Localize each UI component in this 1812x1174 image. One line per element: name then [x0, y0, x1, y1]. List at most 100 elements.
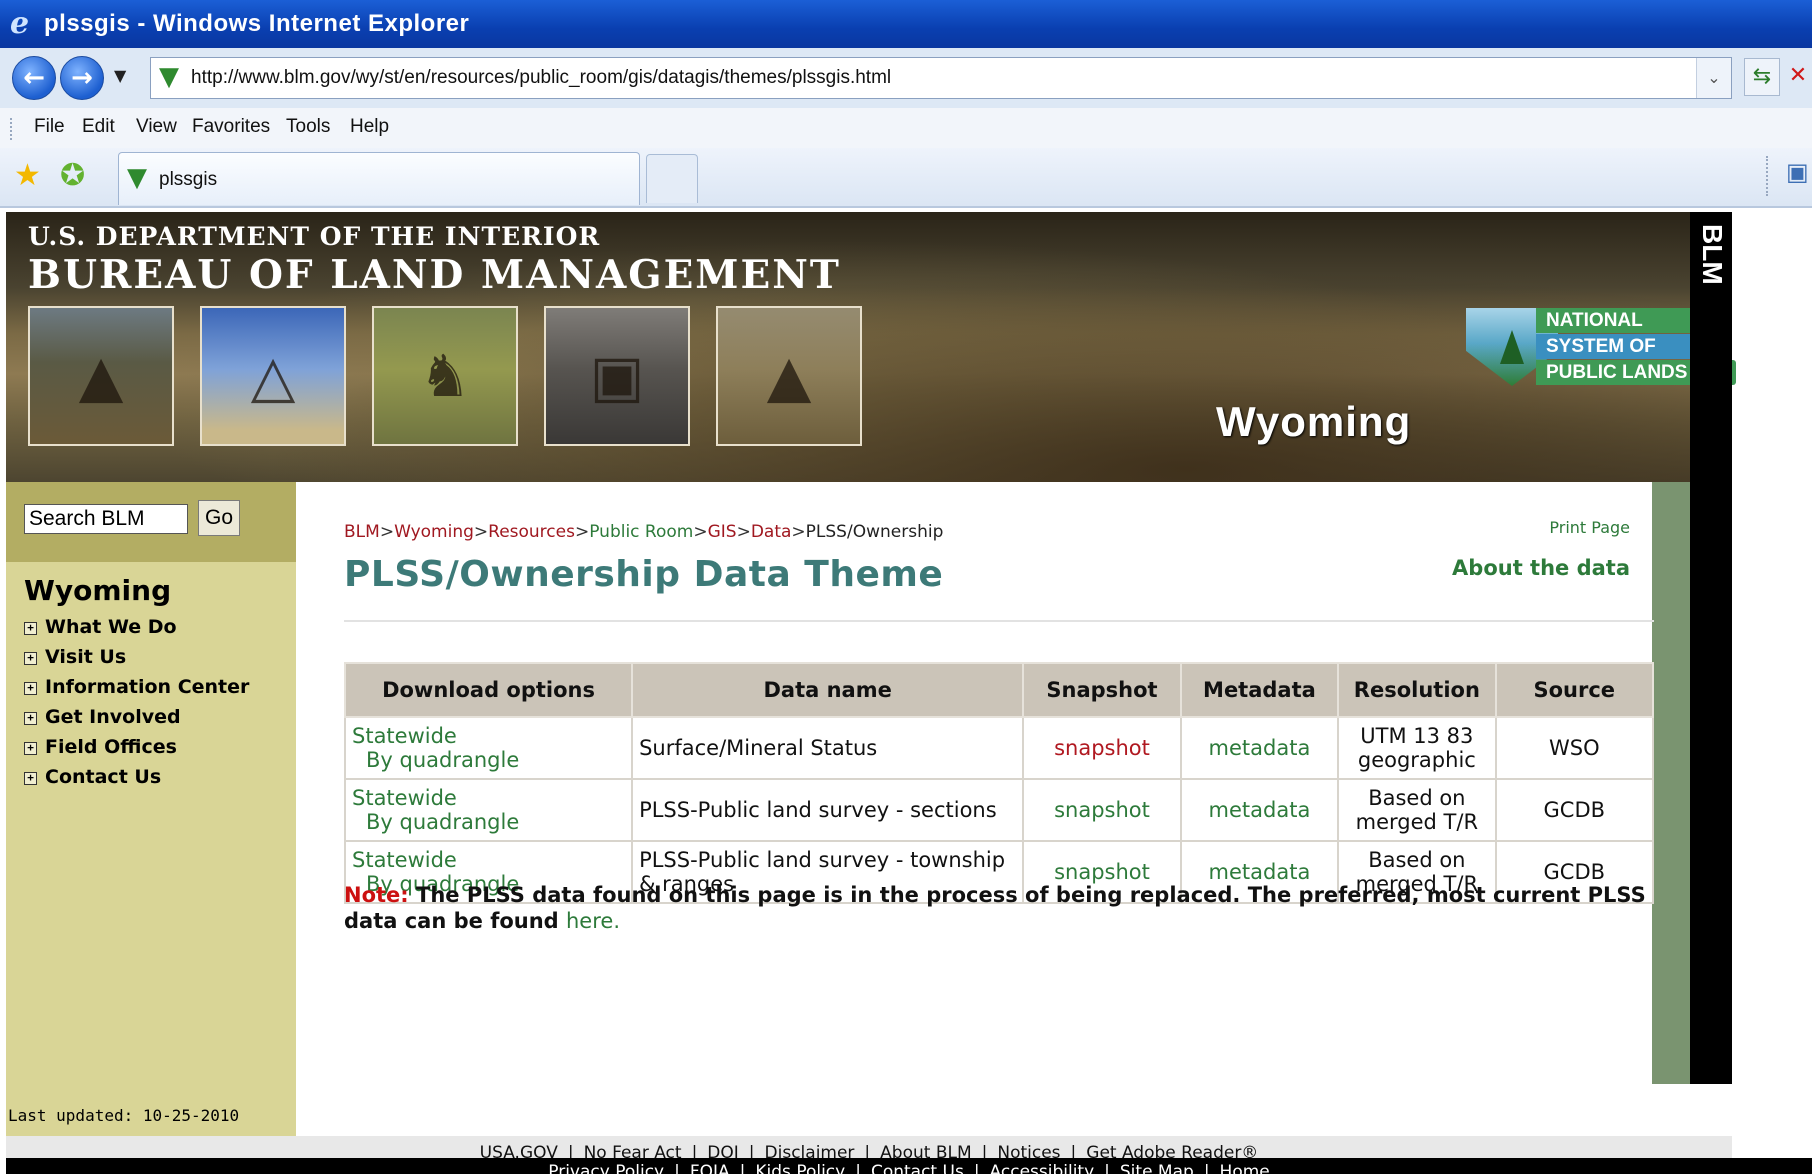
menu-file[interactable]: File — [34, 116, 65, 138]
menu-help[interactable]: Help — [350, 116, 389, 138]
search-area: Go — [6, 482, 296, 562]
header-resolution: Resolution — [1337, 662, 1497, 718]
sidebar-item-label: Information Center — [45, 676, 250, 698]
page-tools-icon[interactable]: ▣ — [1786, 158, 1810, 192]
footer-link-kids-policy[interactable]: Kids Policy — [755, 1162, 845, 1174]
state-name: Wyoming — [1216, 398, 1412, 445]
snapshot-link[interactable]: snapshot — [1054, 860, 1150, 884]
footer-link-site-map[interactable]: Site Map — [1120, 1162, 1194, 1174]
source-cell: GCDB — [1494, 778, 1655, 842]
footer-link-privacy-policy[interactable]: Privacy Policy — [548, 1162, 664, 1174]
menu-favorites[interactable]: Favorites — [192, 116, 270, 138]
expand-icon[interactable]: + — [24, 622, 37, 635]
resolution-cell: Based on merged T/R — [1337, 778, 1497, 842]
address-toolbar: ← → ▼ ▼ http://www.blm.gov/wy/st/en/reso… — [0, 48, 1812, 109]
recent-pages-dropdown[interactable]: ▼ — [114, 66, 126, 85]
metadata-cell: metadata — [1179, 778, 1340, 842]
add-favorite-icon[interactable]: ✪ — [60, 158, 85, 193]
menu-edit[interactable]: Edit — [82, 116, 115, 138]
by-quadrangle-link[interactable]: By quadrangle — [352, 810, 630, 834]
nspl-line-2: SYSTEM OF — [1536, 334, 1696, 359]
footer-link-accessibility[interactable]: Accessibility — [990, 1162, 1095, 1174]
statewide-link[interactable]: Statewide — [352, 724, 457, 748]
sidebar-item-information-center[interactable]: + Information Center — [24, 676, 249, 706]
blm-vertical-label: BLM — [1697, 224, 1728, 285]
sidebar-item-label: What We Do — [45, 616, 177, 638]
last-updated: Last updated: 10-25-2010 — [8, 1106, 240, 1125]
header-metadata: Metadata — [1179, 662, 1340, 718]
blm-favicon-icon: ▼ — [127, 163, 147, 193]
go-button[interactable]: Go — [198, 500, 240, 536]
snapshot-link[interactable]: snapshot — [1054, 736, 1150, 760]
sidebar-item-label: Visit Us — [45, 646, 127, 668]
expand-icon[interactable]: + — [24, 682, 37, 695]
replacement-note: Note: The PLSS data found on this page i… — [344, 882, 1654, 934]
sidebar-item-visit-us[interactable]: + Visit Us — [24, 646, 249, 676]
breadcrumb-gis[interactable]: GIS — [708, 522, 737, 542]
title-divider — [344, 620, 1654, 622]
breadcrumb-resources[interactable]: Resources — [488, 522, 575, 542]
breadcrumb-separator: > — [736, 522, 751, 542]
elk-icon: ▲ — [78, 342, 124, 410]
address-dropdown-icon[interactable]: ⌄ — [1696, 58, 1731, 98]
window-title: plssgis - Windows Internet Explorer — [44, 10, 470, 37]
sidebar-item-label: Field Offices — [45, 736, 177, 758]
statewide-link[interactable]: Statewide — [352, 848, 457, 872]
download-options-cell: Statewide By quadrangle — [343, 716, 634, 780]
header-banner: U.S. DEPARTMENT OF THE INTERIOR BUREAU O… — [6, 212, 1736, 482]
forward-button[interactable]: → — [60, 56, 104, 100]
snapshot-link[interactable]: snapshot — [1054, 798, 1150, 822]
expand-icon[interactable]: + — [24, 742, 37, 755]
breadcrumb-blm[interactable]: BLM — [344, 522, 380, 542]
ie-logo-icon: e — [10, 6, 30, 41]
footer-link-home[interactable]: Home — [1220, 1162, 1270, 1174]
blm-favicon-icon: ▼ — [159, 62, 179, 92]
about-the-data-link[interactable]: About the data — [1452, 556, 1630, 580]
print-page-link[interactable]: Print Page — [1549, 518, 1630, 537]
data-name-cell: Surface/Mineral Status — [631, 716, 1025, 780]
bureau-name: BUREAU OF LAND MANAGEMENT — [28, 252, 841, 298]
refresh-button[interactable]: ⇆ — [1744, 58, 1780, 96]
breadcrumb-public-room[interactable]: Public Room — [589, 522, 693, 542]
metadata-link[interactable]: metadata — [1209, 736, 1311, 760]
back-button[interactable]: ← — [12, 56, 56, 100]
address-field[interactable]: ▼ http://www.blm.gov/wy/st/en/resources/… — [150, 57, 1732, 99]
metadata-link[interactable]: metadata — [1209, 860, 1311, 884]
data-name-cell: PLSS-Public land survey - sections — [631, 778, 1025, 842]
header-data-name: Data name — [631, 662, 1025, 718]
expand-icon[interactable]: + — [24, 712, 37, 725]
menu-tools[interactable]: Tools — [286, 116, 330, 138]
metadata-link[interactable]: metadata — [1209, 798, 1311, 822]
breadcrumb-wyoming[interactable]: Wyoming — [394, 522, 474, 542]
left-sidebar: Go Wyoming + What We Do + Visit Us + Inform… — [6, 482, 296, 1136]
data-table: Download options Data name Snapshot Meta… — [343, 662, 1655, 904]
sidebar-item-label: Get Involved — [45, 706, 181, 728]
by-quadrangle-link[interactable]: By quadrangle — [352, 748, 630, 772]
footer-links-secondary: Privacy Policy | FOIA | Kids Policy | Contact … — [6, 1158, 1812, 1174]
menu-grip — [10, 118, 16, 140]
download-options-cell: Statewide By quadrangle — [343, 778, 634, 842]
footer-link-contact-us[interactable]: Contact Us — [871, 1162, 964, 1174]
tab-label: plssgis — [159, 169, 218, 190]
footer-link-foia[interactable]: FOIA — [690, 1162, 730, 1174]
favorites-star-icon[interactable]: ★ — [14, 158, 41, 193]
note-here-link[interactable]: here. — [566, 909, 620, 933]
expand-icon[interactable]: + — [24, 652, 37, 665]
sidebar-item-get-involved[interactable]: + Get Involved — [24, 706, 249, 736]
browser-tab[interactable]: ▼ plssgis — [118, 152, 640, 205]
stop-button[interactable]: ✕ — [1784, 58, 1812, 94]
page-content: U.S. DEPARTMENT OF THE INTERIOR BUREAU O… — [6, 212, 1812, 1174]
sidebar-item-field-offices[interactable]: + Field Offices — [24, 736, 249, 766]
right-green-bar — [1652, 482, 1690, 1084]
expand-icon[interactable]: + — [24, 772, 37, 785]
statewide-link[interactable]: Statewide — [352, 786, 457, 810]
new-tab-button[interactable] — [646, 154, 698, 203]
breadcrumb-separator: > — [693, 522, 708, 542]
search-input[interactable] — [24, 504, 188, 534]
sidebar-item-what-we-do[interactable]: + What We Do — [24, 616, 249, 646]
sidebar-item-contact-us[interactable]: + Contact Us — [24, 766, 249, 796]
menu-view[interactable]: View — [136, 116, 177, 138]
breadcrumb-data[interactable]: Data — [751, 522, 792, 542]
url-text[interactable]: http://www.blm.gov/wy/st/en/resources/pu… — [191, 67, 891, 89]
breadcrumb-separator: > — [574, 522, 590, 542]
